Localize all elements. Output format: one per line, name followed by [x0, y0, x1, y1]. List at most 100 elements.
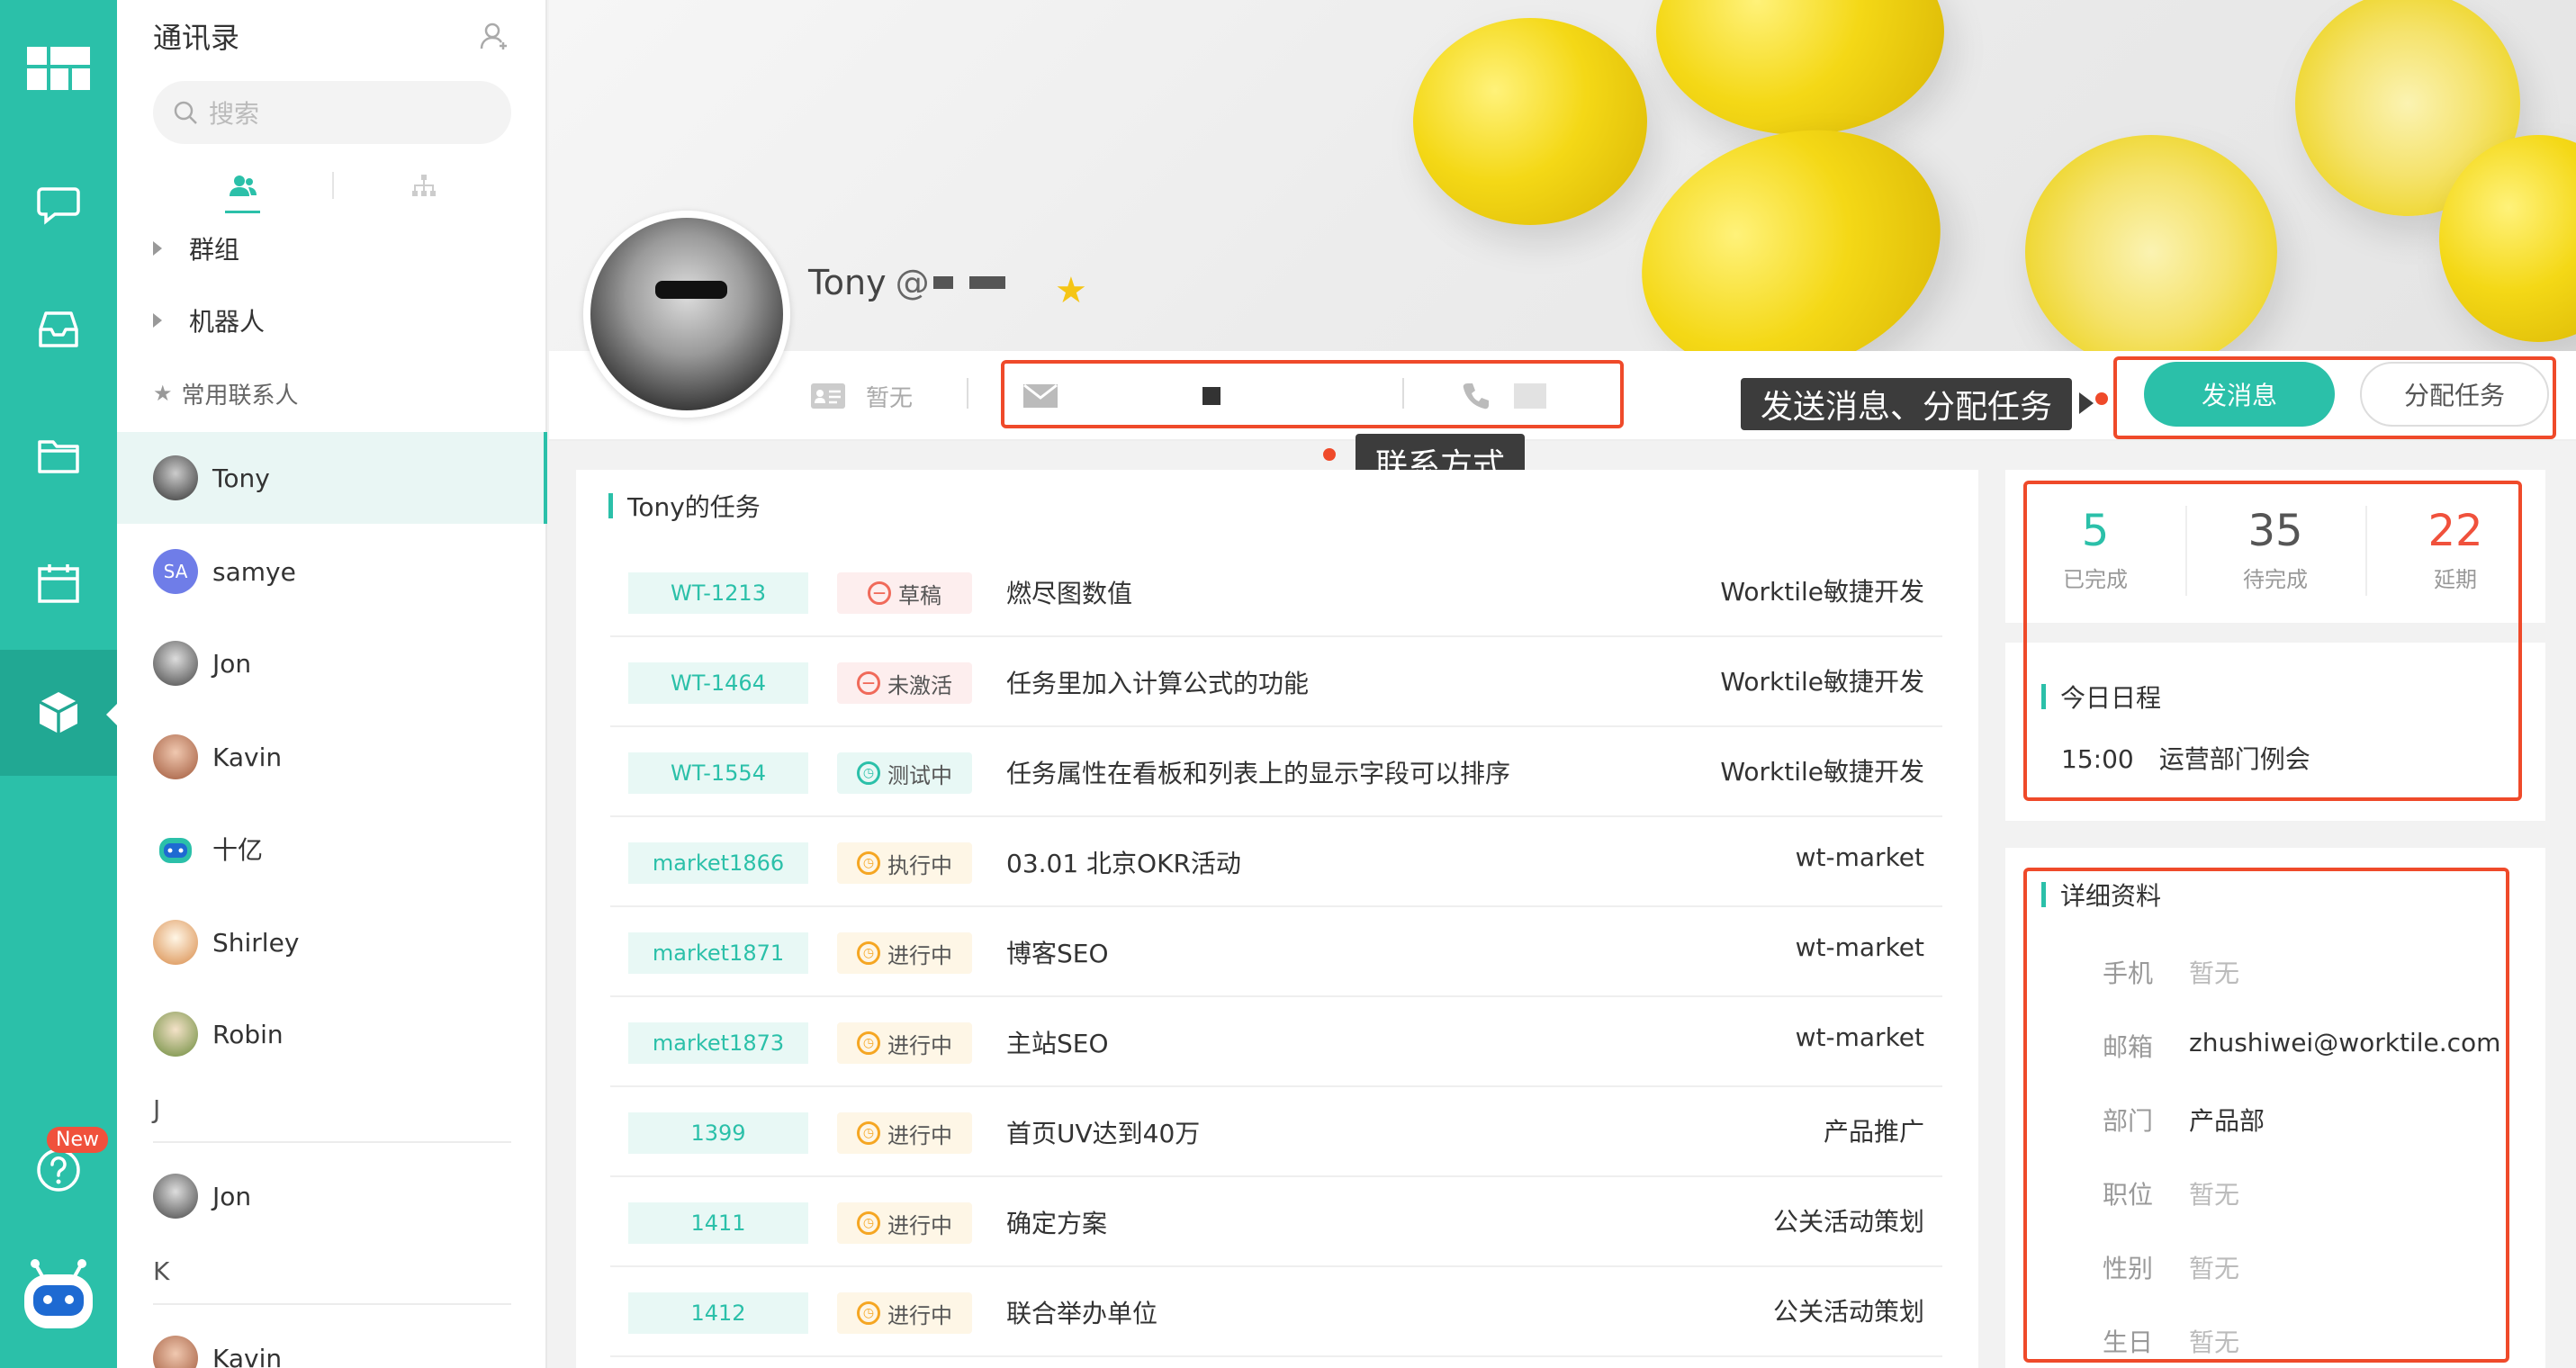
search-placeholder: 搜索	[209, 99, 260, 129]
contact-item-jon[interactable]: Jon	[117, 617, 547, 709]
status-draft-icon: —	[868, 581, 891, 605]
task-status[interactable]: ◷ 进行中	[837, 1202, 972, 1244]
actions-tooltip: 发送消息、分配任务	[1741, 378, 2073, 430]
avatar-photo	[590, 218, 783, 410]
task-title[interactable]: 03.01 北京OKR活动	[1006, 844, 1241, 880]
task-id[interactable]: 1399	[628, 1112, 808, 1154]
contact-item-shiyi[interactable]: 十亿	[117, 803, 547, 895]
task-status[interactable]: ◷ 进行中	[837, 932, 972, 974]
redacted-mark	[932, 276, 953, 289]
tab-people[interactable]	[153, 158, 332, 213]
task-title[interactable]: 首页UV达到40万	[1006, 1114, 1200, 1150]
contact-name: Shirley	[212, 927, 300, 958]
avatar	[153, 920, 198, 965]
task-id[interactable]: market1871	[628, 932, 808, 974]
task-project: wt-market	[1795, 842, 1924, 872]
contact-item-shirley[interactable]: Shirley	[117, 896, 547, 988]
task-title[interactable]: 博客SEO	[1006, 934, 1109, 970]
task-id[interactable]: market1873	[628, 1022, 808, 1064]
task-row[interactable]: WT-1213 — 草稿 燃尽图数值 Worktile敏捷开发	[610, 547, 1942, 637]
divider	[153, 1303, 511, 1305]
task-id[interactable]: WT-1554	[628, 752, 808, 794]
task-status[interactable]: ◷ 执行中	[837, 842, 972, 884]
contact-info-highlight	[1001, 360, 1624, 428]
task-title[interactable]: 确定方案	[1006, 1204, 1107, 1240]
rail-messages[interactable]	[0, 142, 117, 268]
task-id[interactable]: 1412	[628, 1292, 808, 1334]
rail-calendar[interactable]	[0, 520, 117, 646]
help-icon	[37, 1148, 80, 1192]
task-status-label: 进行中	[887, 1212, 952, 1238]
task-status[interactable]: ◷ 测试中	[837, 752, 972, 794]
favorite-star-icon[interactable]: ★	[1055, 270, 1087, 311]
task-project: 公关活动策划	[1772, 1297, 1924, 1327]
calendar-icon	[38, 564, 79, 603]
contact-item-tony[interactable]: Tony	[117, 432, 547, 524]
status-testing-icon: ◷	[857, 761, 880, 785]
contact-item-samye[interactable]: SA samye	[117, 526, 547, 617]
task-id[interactable]: WT-1464	[628, 662, 808, 704]
task-title[interactable]: 任务里加入计算公式的功能	[1006, 664, 1309, 700]
contact-name: Tony	[212, 463, 270, 493]
tooltip-arrow	[2079, 392, 2094, 414]
task-status[interactable]: ◷ 进行中	[837, 1112, 972, 1154]
tasks-title: Tony的任务	[608, 488, 761, 524]
rail-help[interactable]	[0, 1107, 117, 1233]
tooltip-text: 发送消息、分配任务	[1761, 389, 2053, 426]
profile-at: @	[895, 263, 930, 302]
redacted-mark	[968, 276, 1005, 289]
task-row[interactable]: market1873 ◷ 进行中 主站SEO wt-market	[610, 997, 1942, 1087]
lemon-image	[1413, 18, 1647, 225]
task-status-label: 进行中	[887, 1302, 952, 1328]
status-doing-icon: ◷	[857, 1301, 880, 1325]
task-row[interactable]: 1412 ◷ 进行中 联合举办单位 公关活动策划	[610, 1267, 1942, 1357]
task-id[interactable]: 1411	[628, 1202, 808, 1244]
task-title[interactable]: 联合举办单位	[1006, 1294, 1157, 1330]
task-status[interactable]: ◷ 进行中	[837, 1292, 972, 1334]
task-status[interactable]: ◷ 进行中	[837, 1022, 972, 1064]
group-item-robots[interactable]: 机器人	[153, 284, 265, 356]
task-id[interactable]: WT-1213	[628, 572, 808, 614]
tasks-title-text: Tony的任务	[627, 492, 761, 522]
divider	[153, 1141, 511, 1143]
task-row[interactable]: 1411 ◷ 进行中 确定方案 公关活动策划	[610, 1177, 1942, 1267]
tab-org-chart[interactable]	[334, 158, 513, 213]
rail-inbox[interactable]	[0, 266, 117, 392]
task-status[interactable]: — 未激活	[837, 662, 972, 704]
contacts-search-input[interactable]: 搜索	[153, 81, 511, 144]
divider	[967, 378, 968, 409]
task-row[interactable]: 1399 ◷ 进行中 首页UV达到40万 产品推广	[610, 1087, 1942, 1177]
task-status[interactable]: — 草稿	[837, 572, 972, 614]
task-row[interactable]: WT-1554 ◷ 测试中 任务属性在看板和列表上的显示字段可以排序 Workt…	[610, 727, 1942, 817]
avatar	[153, 1174, 198, 1219]
task-row[interactable]: market1871 ◷ 进行中 博客SEO wt-market	[610, 907, 1942, 997]
rail-apps[interactable]	[0, 650, 117, 776]
contact-item-robin[interactable]: Robin	[117, 988, 547, 1080]
contact-item-kavin-k[interactable]: Kavin	[117, 1312, 547, 1368]
task-project: 产品推广	[1823, 1117, 1924, 1147]
task-row[interactable]: WT-1464 — 未激活 任务里加入计算公式的功能 Worktile敏捷开发	[610, 637, 1942, 727]
contact-item-jon-j[interactable]: Jon	[117, 1150, 547, 1242]
task-title[interactable]: 任务属性在看板和列表上的显示字段可以排序	[1006, 754, 1510, 790]
contacts-header: 通讯录	[117, 0, 545, 72]
task-row[interactable]: market1866 ◷ 执行中 03.01 北京OKR活动 wt-market	[610, 817, 1942, 907]
rail-files[interactable]	[0, 392, 117, 518]
chat-bubble-icon	[37, 187, 80, 225]
contact-item-kavin[interactable]: Kavin	[117, 711, 547, 803]
group-item-groups[interactable]: 群组	[153, 212, 239, 284]
avatar: SA	[153, 549, 198, 594]
task-title[interactable]: 主站SEO	[1006, 1024, 1109, 1060]
task-project: wt-market	[1795, 932, 1924, 962]
contacts-tabs	[153, 158, 513, 213]
favorites-label: 常用联系人	[181, 382, 299, 410]
add-contact-icon[interactable]	[479, 21, 509, 51]
task-status-label: 进行中	[887, 942, 952, 968]
task-id[interactable]: market1866	[628, 842, 808, 884]
avatar	[153, 1336, 198, 1368]
rail-robot-assistant[interactable]	[0, 1233, 117, 1359]
contact-name: Jon	[212, 1181, 252, 1211]
actions-highlight	[2113, 356, 2556, 439]
app-logo[interactable]	[0, 5, 117, 131]
contact-name: Robin	[212, 1019, 284, 1049]
task-title[interactable]: 燃尽图数值	[1006, 574, 1132, 610]
